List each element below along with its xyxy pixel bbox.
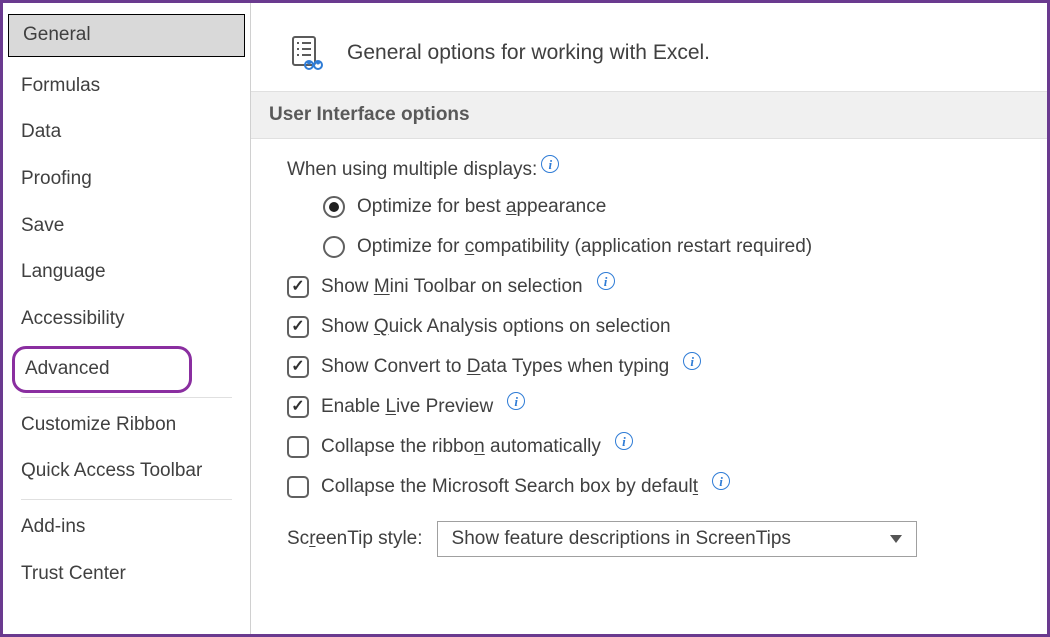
checkbox-label: Show Mini Toolbar on selection: [321, 276, 583, 298]
sidebar-item-quick-access-toolbar[interactable]: Quick Access Toolbar: [3, 448, 250, 495]
options-dialog: General Formulas Data Proofing Save Lang…: [0, 0, 1050, 637]
screentip-style-row: ScreenTip style: Show feature descriptio…: [287, 507, 1017, 557]
info-icon[interactable]: i: [712, 472, 730, 490]
screentip-label: ScreenTip style:: [287, 528, 423, 550]
radio-icon: [323, 196, 345, 218]
radio-optimize-compatibility[interactable]: Optimize for compatibility (application …: [287, 227, 1017, 267]
sidebar-item-language[interactable]: Language: [3, 249, 250, 296]
section-header-ui-options: User Interface options: [251, 91, 1047, 139]
options-icon: [287, 33, 327, 73]
checkbox-label: Show Quick Analysis options on selection: [321, 316, 671, 338]
sidebar-item-data[interactable]: Data: [3, 109, 250, 156]
checkbox-icon: [287, 316, 309, 338]
info-icon[interactable]: i: [507, 392, 525, 410]
checkbox-live-preview[interactable]: Enable Live Preview i: [287, 387, 1017, 427]
sidebar-item-formulas[interactable]: Formulas: [3, 63, 250, 110]
checkbox-label: Collapse the ribbon automatically: [321, 436, 601, 458]
sidebar-item-general[interactable]: General: [8, 14, 245, 57]
sidebar-item-add-ins[interactable]: Add-ins: [3, 504, 250, 551]
options-sidebar: General Formulas Data Proofing Save Lang…: [3, 3, 251, 634]
checkbox-label: Collapse the Microsoft Search box by def…: [321, 476, 698, 498]
sidebar-item-trust-center[interactable]: Trust Center: [3, 551, 250, 598]
radio-label: Optimize for compatibility (application …: [357, 236, 812, 258]
sidebar-item-advanced[interactable]: Advanced: [12, 346, 192, 393]
sidebar-item-customize-ribbon[interactable]: Customize Ribbon: [3, 402, 250, 449]
checkbox-convert-data-types[interactable]: Show Convert to Data Types when typing i: [287, 347, 1017, 387]
checkbox-label: Enable Live Preview: [321, 396, 493, 418]
page-title-row: General options for working with Excel.: [251, 3, 1047, 91]
screentip-style-dropdown[interactable]: Show feature descriptions in ScreenTips: [437, 521, 917, 557]
checkbox-collapse-ribbon[interactable]: Collapse the ribbon automatically i: [287, 427, 1017, 467]
dropdown-value: Show feature descriptions in ScreenTips: [452, 528, 791, 550]
checkbox-icon: [287, 396, 309, 418]
checkbox-icon: [287, 276, 309, 298]
section-body: When using multiple displays: i Optimize…: [251, 139, 1047, 575]
sidebar-divider: [21, 397, 232, 398]
checkbox-icon: [287, 436, 309, 458]
checkbox-label: Show Convert to Data Types when typing: [321, 356, 669, 378]
checkbox-quick-analysis[interactable]: Show Quick Analysis options on selection: [287, 307, 1017, 347]
info-icon[interactable]: i: [541, 155, 559, 173]
page-title: General options for working with Excel.: [347, 41, 710, 65]
info-icon[interactable]: i: [597, 272, 615, 290]
info-icon[interactable]: i: [683, 352, 701, 370]
chevron-down-icon: [890, 535, 902, 543]
checkbox-mini-toolbar[interactable]: Show Mini Toolbar on selection i: [287, 267, 1017, 307]
checkbox-icon: [287, 356, 309, 378]
radio-icon: [323, 236, 345, 258]
sidebar-item-save[interactable]: Save: [3, 203, 250, 250]
radio-label: Optimize for best appearance: [357, 196, 606, 218]
sidebar-item-proofing[interactable]: Proofing: [3, 156, 250, 203]
sidebar-divider: [21, 499, 232, 500]
options-content: General options for working with Excel. …: [251, 3, 1047, 634]
info-icon[interactable]: i: [615, 432, 633, 450]
checkbox-collapse-search[interactable]: Collapse the Microsoft Search box by def…: [287, 467, 1017, 507]
multiple-displays-label: When using multiple displays: i: [287, 159, 1017, 181]
radio-optimize-appearance[interactable]: Optimize for best appearance: [287, 187, 1017, 227]
sidebar-item-accessibility[interactable]: Accessibility: [3, 296, 250, 343]
checkbox-icon: [287, 476, 309, 498]
